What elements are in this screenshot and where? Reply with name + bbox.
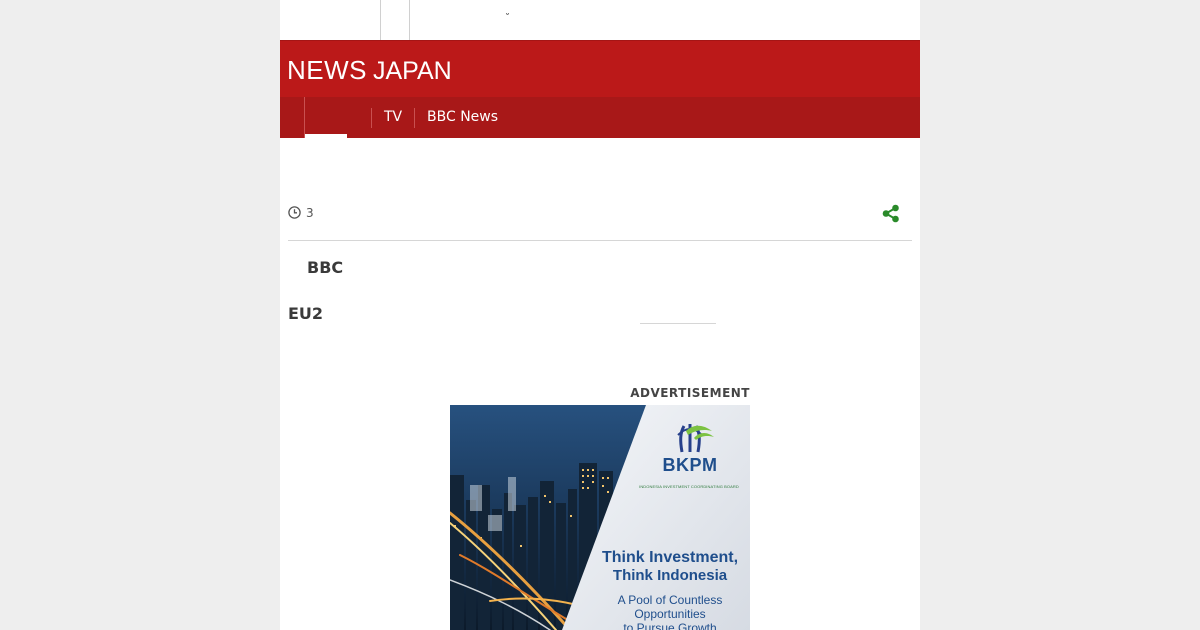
share-icon[interactable] (882, 204, 900, 223)
top-bar: ˘ (280, 0, 920, 40)
advertisement-banner[interactable]: BKPM INDONESIA INVESTMENT COORDINATING B… (450, 405, 750, 630)
meta-divider (288, 240, 912, 241)
nav-item-home[interactable] (304, 97, 348, 138)
meta-count: 3 (306, 206, 314, 220)
logo-word-japan: JAPAN (373, 57, 452, 85)
ad-headline: Think Investment, (601, 549, 739, 566)
site-logo[interactable]: NEWS JAPAN (287, 55, 452, 86)
nav-bar: TV BBC News (280, 97, 920, 138)
article-byline: BBC (307, 258, 344, 277)
nav-item-blank[interactable] (348, 97, 370, 138)
page: ˘ NEWS JAPAN TV BBC News 3 BBC EU2 ADVER… (280, 0, 920, 630)
ad-label: ADVERTISEMENT (630, 386, 750, 400)
ad-headline: Think Indonesia (612, 567, 728, 584)
nav-item-bbc-news[interactable]: BBC News (427, 109, 498, 126)
menu-icon: ˘ (505, 13, 510, 24)
active-indicator (305, 134, 347, 138)
ad-brand: BKPM (662, 455, 718, 475)
ad-subline: to Pursue Growth (623, 621, 717, 630)
ad-brand-tagline: INDONESIA INVESTMENT COORDINATING BOARD (639, 484, 739, 489)
logo-word-news: NEWS (287, 55, 367, 85)
menu-button[interactable]: ˘ (380, 0, 510, 40)
nav-item-tv[interactable]: TV (384, 109, 402, 126)
short-divider (640, 323, 716, 324)
ad-subline: A Pool of Countless (617, 593, 723, 607)
nav-divider (414, 108, 415, 128)
nav-divider (371, 108, 372, 128)
ad-subline: Opportunities (634, 607, 706, 621)
masthead: NEWS JAPAN (280, 40, 920, 98)
clock-icon (288, 206, 301, 219)
article-subtitle: EU2 (288, 304, 324, 323)
